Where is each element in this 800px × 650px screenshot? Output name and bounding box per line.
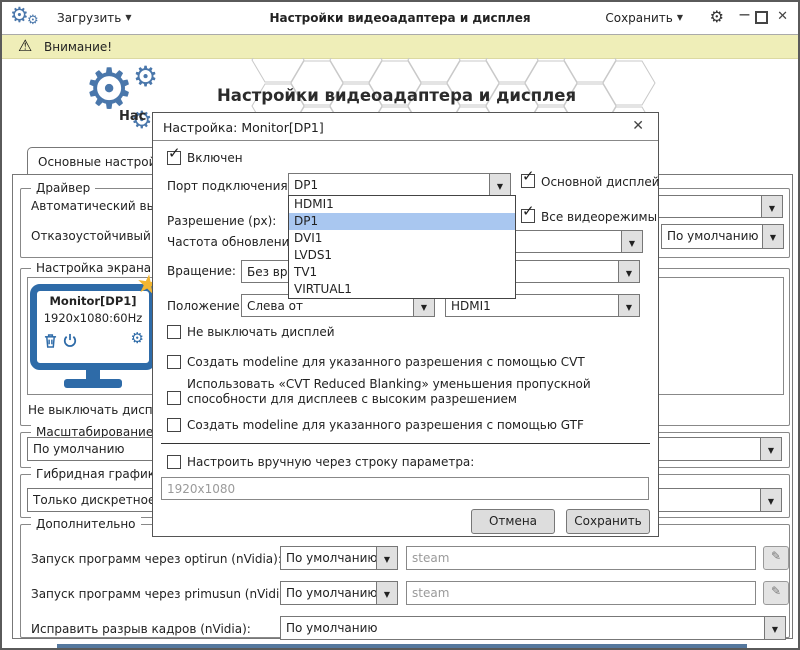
dropdown-arrow-icon[interactable]: ▼ xyxy=(764,617,785,639)
warning-banner: ⚠ Внимание! xyxy=(2,35,798,59)
dropdown-arrow-icon[interactable]: ▼ xyxy=(376,547,397,569)
cvt-reduced-checkbox[interactable] xyxy=(167,391,181,405)
port-options-list: HDMI1 DP1 DVI1 LVDS1 TV1 VIRTUAL1 xyxy=(288,195,516,299)
gtf-modeline-label: Создать modeline для указанного разрешен… xyxy=(187,418,584,432)
checkmark-icon: ✓ xyxy=(168,144,181,162)
dropdown-arrow-icon[interactable]: ▼ xyxy=(761,196,782,217)
driver-failsafe-label: Отказоустойчивый др xyxy=(31,229,171,243)
resolution-label: Разрешение (px): xyxy=(167,214,276,228)
port-option[interactable]: HDMI1 xyxy=(289,196,515,213)
primusun-edit-button[interactable]: ✎ xyxy=(763,581,789,605)
enabled-label: Включен xyxy=(187,151,243,165)
top-toolbar: ⚙ ⚙ Загрузить▼ Настройки видеоадаптера и… xyxy=(2,2,798,35)
port-option[interactable]: DVI1 xyxy=(289,230,515,247)
monitor-settings-gear-icon[interactable]: ⚙ xyxy=(131,329,144,347)
manual-mode-input[interactable] xyxy=(161,477,649,500)
cvt-modeline-label: Создать modeline для указанного разрешен… xyxy=(187,355,585,369)
dropdown-arrow-icon[interactable]: ▼ xyxy=(376,582,397,604)
dropdown-arrow-icon[interactable]: ▼ xyxy=(760,489,781,511)
dropdown-arrow-icon[interactable]: ▼ xyxy=(618,261,639,282)
cvt-modeline-checkbox[interactable] xyxy=(167,355,181,369)
primary-display-label: Основной дисплей xyxy=(541,175,660,189)
dropdown-arrow-icon[interactable]: ▼ xyxy=(621,231,642,252)
primary-display-checkbox[interactable]: ✓ xyxy=(521,174,535,188)
all-modes-checkbox[interactable]: ✓ xyxy=(521,209,535,223)
app-window: ⚙ ⚙ Загрузить▼ Настройки видеоадаптера и… xyxy=(0,0,800,650)
group-driver-legend: Драйвер xyxy=(31,181,95,195)
optirun-label: Запуск программ через optirun (nVidia): xyxy=(31,552,282,566)
refresh-rate-label: Частота обновления ( xyxy=(167,235,305,249)
dropdown-arrow-icon[interactable]: ▼ xyxy=(618,295,639,316)
primusun-label: Запуск программ через primusun (nVidia): xyxy=(31,587,295,601)
save-button[interactable]: Сохранить ▼ xyxy=(605,11,683,25)
save-dialog-button[interactable]: Сохранить xyxy=(566,509,650,534)
keep-display-on-label: Не выключать диспл xyxy=(28,403,160,417)
primusun-select[interactable]: По умолчанию ▼ xyxy=(280,581,398,605)
driver-failsafe-select[interactable]: По умолчанию ▼ xyxy=(661,224,784,249)
dialog-title: Настройка: Monitor[DP1] xyxy=(163,120,324,135)
dropdown-arrow-icon[interactable]: ▼ xyxy=(760,438,781,460)
gtf-modeline-checkbox[interactable] xyxy=(167,418,181,432)
cancel-button[interactable]: Отмена xyxy=(471,509,555,534)
monitor-name: Monitor[DP1] xyxy=(37,294,149,308)
keep-on-checkbox-label: Не выключать дисплей xyxy=(187,325,335,339)
delete-monitor-icon[interactable] xyxy=(44,334,57,348)
chevron-down-icon: ▼ xyxy=(677,13,683,22)
pencil-icon: ✎ xyxy=(771,549,781,563)
position-label: Положение: xyxy=(167,299,244,313)
cvt-reduced-label: Использовать «CVT Reduced Blanking» умен… xyxy=(187,377,642,407)
port-option[interactable]: VIRTUAL1 xyxy=(289,281,515,298)
dialog-close-icon[interactable]: ✕ xyxy=(632,118,644,134)
save-button-label: Сохранить xyxy=(605,11,673,25)
header-gear-medium-icon: ⚙ xyxy=(133,60,158,93)
pencil-icon: ✎ xyxy=(771,584,781,598)
optirun-input[interactable] xyxy=(406,546,756,570)
dropdown-arrow-icon[interactable]: ▼ xyxy=(762,225,783,248)
monitor-mode: 1920x1080:60Hz xyxy=(37,311,149,325)
page-subtitle-fragment: Нас xyxy=(119,109,146,124)
port-option[interactable]: TV1 xyxy=(289,264,515,281)
group-extra-legend: Дополнительно xyxy=(31,517,141,531)
manual-checkbox[interactable] xyxy=(167,455,181,469)
rotation-label: Вращение: xyxy=(167,264,236,278)
maximize-button[interactable] xyxy=(755,11,768,24)
dialog-separator xyxy=(161,443,650,444)
all-modes-label: Все видеорежимы xyxy=(541,210,657,224)
minimize-button[interactable]: — xyxy=(739,8,750,21)
close-window-button[interactable]: ✕ xyxy=(777,9,788,24)
monitor-settings-dialog: Настройка: Monitor[DP1] ✕ ✓ Включен Порт… xyxy=(152,112,659,537)
settings-gear-icon[interactable]: ⚙ xyxy=(710,7,724,26)
port-option[interactable]: LVDS1 xyxy=(289,247,515,264)
optirun-edit-button[interactable]: ✎ xyxy=(763,546,789,570)
page-title: Настройки видеоадаптера и дисплея xyxy=(217,86,576,105)
manual-label: Настроить вручную через строку параметра… xyxy=(187,455,474,469)
group-hybrid-legend: Гибридная графика xyxy=(31,467,167,481)
monitor-base xyxy=(64,379,122,388)
enabled-checkbox[interactable]: ✓ xyxy=(167,151,181,165)
driver-auto-label: Автоматический выбо xyxy=(31,199,171,213)
port-option-selected[interactable]: DP1 xyxy=(289,213,515,230)
tearing-fix-select[interactable]: По умолчанию ▼ xyxy=(280,616,786,640)
keep-on-checkbox[interactable] xyxy=(167,325,181,339)
optirun-select[interactable]: По умолчанию ▼ xyxy=(280,546,398,570)
dialog-titlebar[interactable]: Настройка: Monitor[DP1] ✕ xyxy=(153,113,658,141)
warning-icon: ⚠ xyxy=(18,36,32,55)
group-extra: Дополнительно Запуск программ через opti… xyxy=(20,524,790,638)
warning-text: Внимание! xyxy=(44,40,112,54)
port-select[interactable]: DP1 ▼ xyxy=(288,173,511,196)
tearing-fix-label: Исправить разрыв кадров (nVidia): xyxy=(31,622,251,636)
port-label: Порт подключения: xyxy=(167,179,292,193)
primusun-input[interactable] xyxy=(406,581,756,605)
window-bottom-strip xyxy=(57,644,747,650)
dropdown-arrow-icon[interactable]: ▼ xyxy=(489,174,510,195)
power-monitor-icon[interactable] xyxy=(63,333,77,348)
